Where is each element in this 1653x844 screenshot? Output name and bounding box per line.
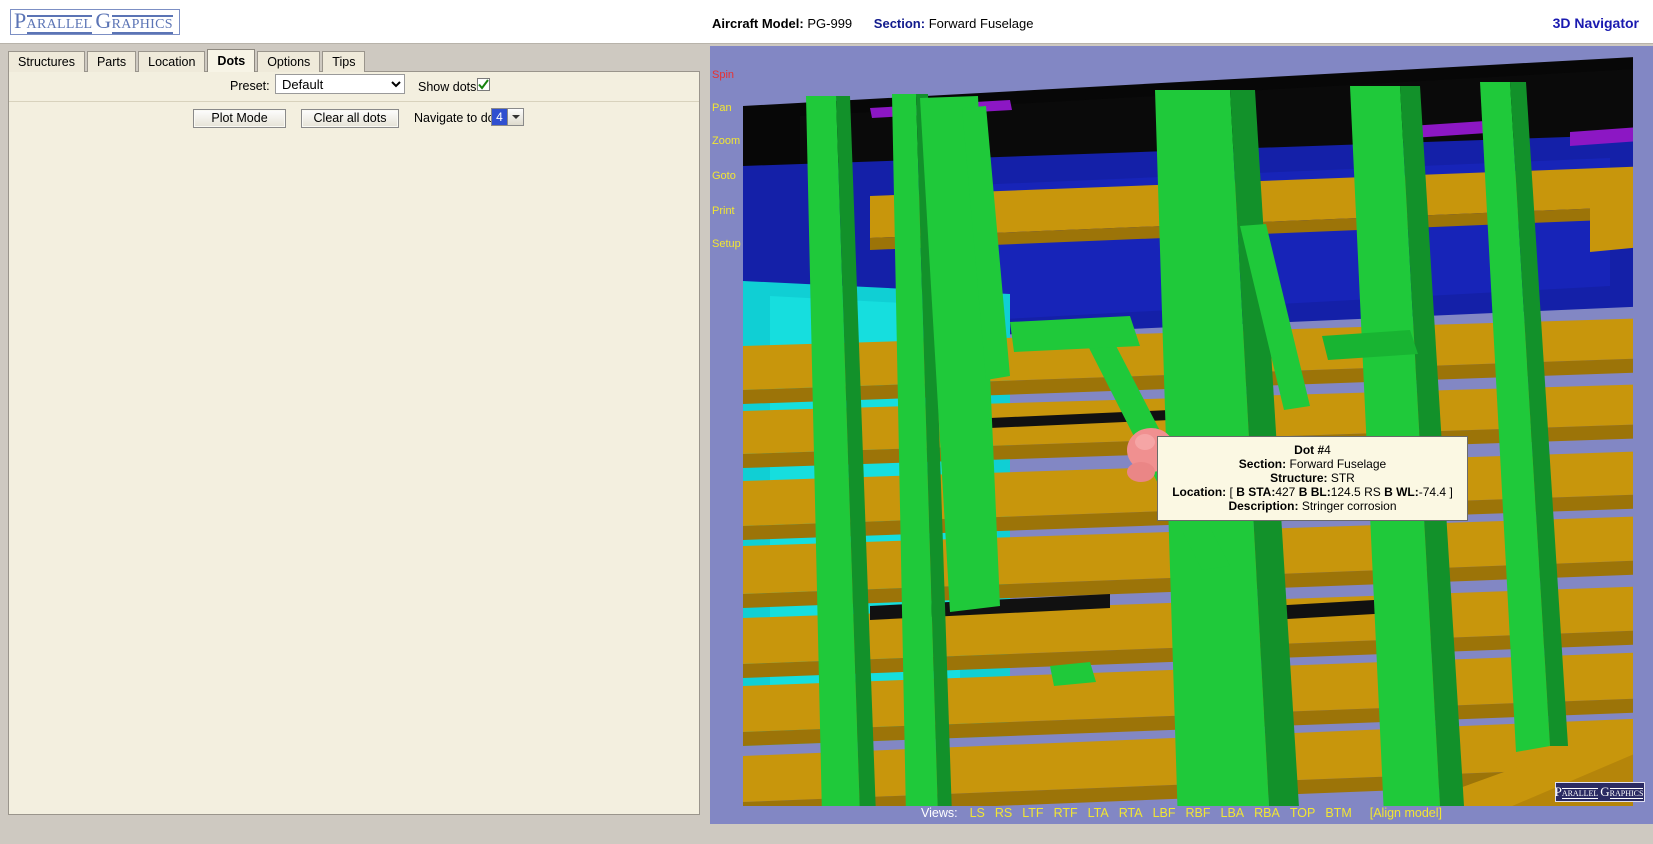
view-button-btm[interactable]: BTM — [1325, 806, 1351, 820]
nav-setup[interactable]: Setup — [712, 239, 752, 250]
view-button-rba[interactable]: RBA — [1254, 806, 1280, 820]
dots-panel: Preset: Default Show dots: Plot Mode Cle… — [8, 71, 700, 815]
view-button-rbf[interactable]: RBF — [1186, 806, 1211, 820]
view-button-rs[interactable]: RS — [995, 806, 1012, 820]
watermark-word-parallel: ARALLEL — [1561, 788, 1599, 799]
view-button-ls[interactable]: LS — [970, 806, 985, 820]
navigate-to-dot-label: Navigate to dot — [414, 111, 499, 125]
tab-parts[interactable]: Parts — [86, 51, 137, 72]
logo-capital-p: P — [14, 7, 27, 33]
views-label: Views: — [921, 806, 958, 820]
tooltip-location-open-bracket: [ — [1229, 485, 1233, 499]
watermark-capital-p: P — [1554, 784, 1562, 799]
view-button-rta[interactable]: RTA — [1119, 806, 1143, 820]
tooltip-section-label: Section: — [1238, 457, 1287, 471]
section-value: Forward Fuselage — [928, 16, 1034, 31]
tab-options[interactable]: Options — [257, 51, 321, 72]
view-button-lba[interactable]: LBA — [1221, 806, 1245, 820]
nav-zoom[interactable]: Zoom — [712, 136, 752, 147]
aircraft-model-value: PG-999 — [807, 16, 853, 31]
view-button-rtf[interactable]: RTF — [1054, 806, 1078, 820]
dot-info-tooltip: Dot #4 Section: Forward Fuselage Structu… — [1157, 436, 1468, 521]
tooltip-section-value: Forward Fuselage — [1289, 457, 1387, 471]
chevron-down-icon[interactable] — [508, 108, 524, 126]
tooltip-bbl-label: B BL: — [1298, 485, 1331, 499]
tooltip-location-label: Location: — [1172, 485, 1227, 499]
nav-print[interactable]: Print — [712, 206, 752, 217]
header-model-info: Aircraft Model: PG-999 Section: Forward … — [712, 16, 1034, 31]
view-button-lbf[interactable]: LBF — [1153, 806, 1176, 820]
tooltip-title: Dot #4 — [1166, 443, 1459, 457]
watermark-capital-g: G — [1600, 784, 1610, 799]
left-control-panel: Structures Parts Location Dots Options T… — [0, 44, 710, 844]
view-button-lta[interactable]: LTA — [1088, 806, 1109, 820]
logo-capital-g: G — [95, 7, 112, 33]
tooltip-structure-value: STR — [1330, 471, 1355, 485]
preset-label: Preset: — [230, 79, 270, 93]
tab-tips[interactable]: Tips — [322, 51, 366, 72]
viewport-nav-column: Spin Pan Zoom Goto Print Setup — [712, 70, 752, 272]
tooltip-title-label: Dot # — [1294, 443, 1325, 457]
preset-select[interactable]: Default — [275, 74, 405, 94]
tooltip-section-row: Section: Forward Fuselage — [1166, 457, 1459, 471]
page-title: 3D Navigator — [1552, 15, 1639, 31]
view-button-ltf[interactable]: LTF — [1022, 806, 1043, 820]
tab-structures[interactable]: Structures — [8, 51, 85, 72]
navigate-to-dot-value[interactable]: 4 — [491, 108, 508, 126]
tooltip-bbl-value: 124.5 RS — [1330, 485, 1381, 499]
aircraft-model-label: Aircraft Model: — [712, 16, 804, 31]
preset-row: Preset: Default Show dots: — [9, 72, 699, 102]
tooltip-bwl-value: -74.4 — [1418, 485, 1447, 499]
nav-pan[interactable]: Pan — [712, 103, 752, 114]
tooltip-description-value: Stringer corrosion — [1301, 499, 1397, 513]
view-button-top[interactable]: TOP — [1290, 806, 1315, 820]
tooltip-bsta-label: B STA: — [1236, 485, 1276, 499]
tab-location[interactable]: Location — [138, 51, 206, 72]
tooltip-bsta-value: 427 — [1275, 485, 1296, 499]
tooltip-description-row: Description: Stringer corrosion — [1166, 499, 1459, 513]
tooltip-structure-row: Structure: STR — [1166, 471, 1459, 485]
app-header: P ARALLEL G RAPHICS Aircraft Model: PG-999 … — [0, 0, 1653, 44]
navigate-to-dot-selector[interactable]: 4 — [491, 108, 524, 126]
logo-word-parallel: ARALLEL — [26, 14, 93, 34]
tooltip-location-close-bracket: ] — [1449, 485, 1453, 499]
parallelgraphics-watermark: P ARALLEL G RAPHICS — [1555, 782, 1645, 802]
logo-word-graphics: RAPHICS — [111, 14, 173, 34]
clear-all-dots-button[interactable]: Clear all dots — [301, 109, 399, 128]
tooltip-location-row: Location: [ B STA:427 B BL:124.5 RS B WL… — [1166, 485, 1459, 499]
tooltip-title-number: 4 — [1324, 443, 1331, 457]
3d-viewport[interactable]: Spin Pan Zoom Goto Print Setup Dot #4 Se… — [710, 46, 1653, 824]
parallelgraphics-logo: P ARALLEL G RAPHICS — [10, 9, 180, 35]
application-window: P ARALLEL G RAPHICS Aircraft Model: PG-999 … — [0, 0, 1653, 844]
checkmark-icon — [478, 79, 489, 90]
nav-spin[interactable]: Spin — [712, 70, 752, 81]
plot-mode-button[interactable]: Plot Mode — [193, 109, 286, 128]
show-dots-label: Show dots: — [418, 80, 480, 94]
tab-bar: Structures Parts Location Dots Options T… — [8, 49, 367, 72]
tooltip-description-label: Description: — [1228, 499, 1299, 513]
tab-dots[interactable]: Dots — [207, 49, 256, 72]
section-label: Section: — [873, 16, 926, 31]
aircraft-structure-model — [710, 46, 1653, 824]
views-bar: Views: LS RS LTF RTF LTA RTA LBF RBF LBA… — [710, 804, 1653, 822]
tooltip-structure-label: Structure: — [1270, 471, 1328, 485]
tooltip-bwl-label: B WL: — [1384, 485, 1419, 499]
align-model-button[interactable]: [Align model] — [1370, 806, 1442, 820]
nav-goto[interactable]: Goto — [712, 171, 752, 182]
show-dots-checkbox[interactable] — [477, 78, 490, 91]
watermark-word-graphics: RAPHICS — [1609, 788, 1644, 799]
dot-actions-row: Plot Mode Clear all dots Navigate to dot… — [9, 102, 699, 142]
